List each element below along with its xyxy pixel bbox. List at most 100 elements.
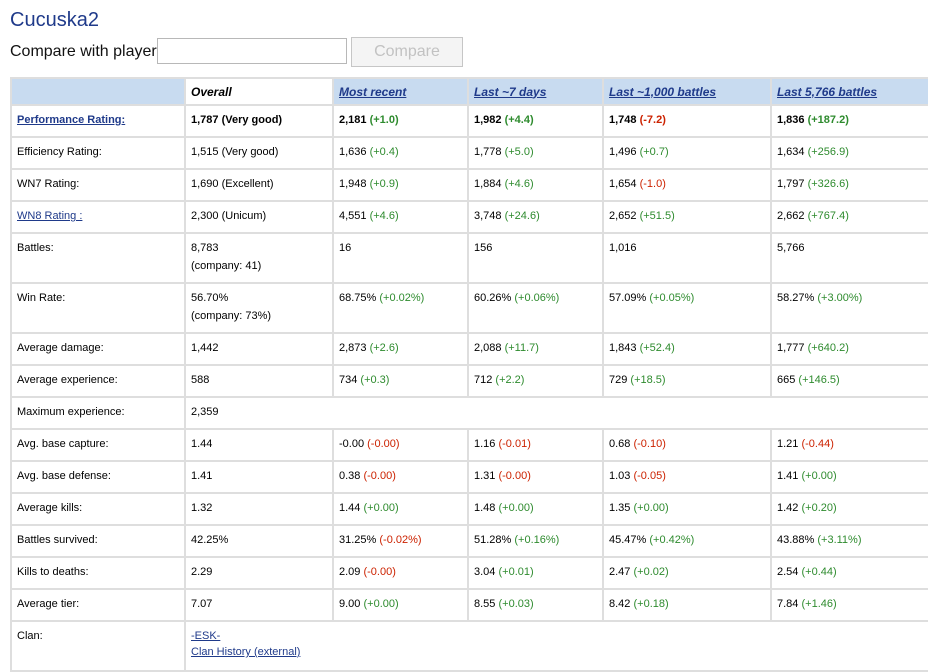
row-average-kills: Average kills: 1.32 1.44 (+0.00) 1.48 (+… [10, 492, 928, 526]
header-last-7-days[interactable]: Last ~7 days [467, 77, 604, 106]
cell-value: 665 (+146.5) [770, 364, 928, 398]
cell-value: 1,654 (-1.0) [602, 168, 772, 202]
cell-value: 1.35 (+0.00) [602, 492, 772, 526]
delta: (+0.02) [633, 566, 669, 578]
row-label: Kills to deaths: [10, 556, 186, 590]
delta: (+0.7) [639, 146, 669, 158]
last-5766-battles-link[interactable]: Last 5,766 battles [777, 85, 877, 99]
cell-value: 1,797 (+326.6) [770, 168, 928, 202]
cell-value: 588 [184, 364, 334, 398]
delta: (+4.6) [504, 178, 534, 190]
row-clan: Clan: -ESK- Clan History (external) [10, 620, 928, 672]
header-most-recent[interactable]: Most recent [332, 77, 469, 106]
row-wn7-rating: WN7 Rating: 1,690 (Excellent) 1,948 (+0.… [10, 168, 928, 202]
cell-value: 16 [332, 232, 469, 284]
compare-player-input[interactable] [157, 38, 347, 64]
delta: (+5.0) [504, 146, 534, 158]
cell-value: 2.09 (-0.00) [332, 556, 469, 590]
delta: (+0.16%) [514, 534, 560, 546]
delta: (-0.10) [633, 438, 666, 450]
cell-value: 2,300 (Unicum) [184, 200, 334, 234]
row-battles: Battles: 8,783 (company: 41) 16 156 1,016… [10, 232, 928, 284]
clan-cell: -ESK- Clan History (external) [184, 620, 928, 672]
performance-rating-link[interactable]: Performance Rating: [17, 114, 125, 126]
cell-value: 1,636 (+0.4) [332, 136, 469, 170]
row-avg-base-defense: Avg. base defense: 1.41 0.38 (-0.00) 1.3… [10, 460, 928, 494]
clan-name-link[interactable]: -ESK- [191, 630, 220, 642]
cell-value: 734 (+0.3) [332, 364, 469, 398]
header-row: Overall Most recent Last ~7 days Last ~1… [10, 77, 928, 106]
company-winrate: (company: 73%) [191, 310, 272, 322]
cell-value: 1,787 (Very good) [184, 104, 334, 138]
delta: (-7.2) [639, 114, 666, 126]
delta: (-0.00) [363, 470, 396, 482]
delta: (+0.00) [801, 470, 837, 482]
cell-value: 42.25% [184, 524, 334, 558]
row-label: Maximum experience: [10, 396, 186, 430]
row-label: WN7 Rating: [10, 168, 186, 202]
clan-history-link[interactable]: Clan History (external) [191, 646, 300, 658]
delta: (+0.44) [801, 566, 837, 578]
most-recent-link[interactable]: Most recent [339, 85, 406, 99]
cell-value: 1,778 (+5.0) [467, 136, 604, 170]
row-label: Clan: [10, 620, 186, 672]
delta: (+0.00) [363, 598, 399, 610]
row-label: Battles survived: [10, 524, 186, 558]
delta: (+2.2) [495, 374, 525, 386]
delta: (+767.4) [807, 210, 849, 222]
cell-value: 0.68 (-0.10) [602, 428, 772, 462]
delta: (+24.6) [504, 210, 540, 222]
last-7-days-link[interactable]: Last ~7 days [474, 85, 546, 99]
cell-value: 7.07 [184, 588, 334, 622]
delta: (+1.46) [801, 598, 837, 610]
delta: (-1.0) [639, 178, 666, 190]
compare-button[interactable]: Compare [351, 37, 463, 67]
cell-value: 3,748 (+24.6) [467, 200, 604, 234]
cell-value: 1,948 (+0.9) [332, 168, 469, 202]
row-win-rate: Win Rate: 56.70% (company: 73%) 68.75% (+… [10, 282, 928, 334]
delta: (+18.5) [630, 374, 666, 386]
delta: (+0.06%) [514, 292, 560, 304]
row-label: Average tier: [10, 588, 186, 622]
delta: (+0.18) [633, 598, 669, 610]
cell-value: 2,873 (+2.6) [332, 332, 469, 366]
delta: (+0.9) [369, 178, 399, 190]
cell-value: 156 [467, 232, 604, 284]
cell-value: 8.42 (+0.18) [602, 588, 772, 622]
cell-value: 1.31 (-0.00) [467, 460, 604, 494]
cell-value: 2,088 (+11.7) [467, 332, 604, 366]
delta: (+0.02%) [379, 292, 425, 304]
row-label: Battles: [10, 232, 186, 284]
last-1000-battles-link[interactable]: Last ~1,000 battles [609, 85, 716, 99]
cell-value: 1,442 [184, 332, 334, 366]
delta: (+2.6) [369, 342, 399, 354]
delta: (+4.4) [504, 114, 534, 126]
cell-value: 60.26% (+0.06%) [467, 282, 604, 334]
stats-table: Overall Most recent Last ~7 days Last ~1… [10, 77, 928, 672]
cell-value: 1,836 (+187.2) [770, 104, 928, 138]
delta: (+0.01) [498, 566, 534, 578]
delta: (-0.00) [363, 566, 396, 578]
delta: (+0.00) [498, 502, 534, 514]
cell-value: 8.55 (+0.03) [467, 588, 604, 622]
cell-value: 1,748 (-7.2) [602, 104, 772, 138]
row-efficiency-rating: Efficiency Rating: 1,515 (Very good) 1,6… [10, 136, 928, 170]
delta: (+0.3) [360, 374, 390, 386]
cell-value: 2,652 (+51.5) [602, 200, 772, 234]
delta: (+11.7) [504, 342, 539, 354]
wn8-rating-link[interactable]: WN8 Rating : [17, 210, 82, 222]
cell-value: 1.48 (+0.00) [467, 492, 604, 526]
delta: (+0.4) [369, 146, 399, 158]
delta: (+326.6) [807, 178, 849, 190]
cell-value: 1.42 (+0.20) [770, 492, 928, 526]
delta: (+3.11%) [817, 534, 862, 546]
cell-value: 0.38 (-0.00) [332, 460, 469, 494]
delta: (+0.42%) [649, 534, 695, 546]
delta: (-0.05) [633, 470, 666, 482]
header-last-5766-battles[interactable]: Last 5,766 battles [770, 77, 928, 106]
cell-value: 45.47% (+0.42%) [602, 524, 772, 558]
cell-value: 4,551 (+4.6) [332, 200, 469, 234]
header-last-1000-battles[interactable]: Last ~1,000 battles [602, 77, 772, 106]
cell-value: 3.04 (+0.01) [467, 556, 604, 590]
cell-value: 1,634 (+256.9) [770, 136, 928, 170]
